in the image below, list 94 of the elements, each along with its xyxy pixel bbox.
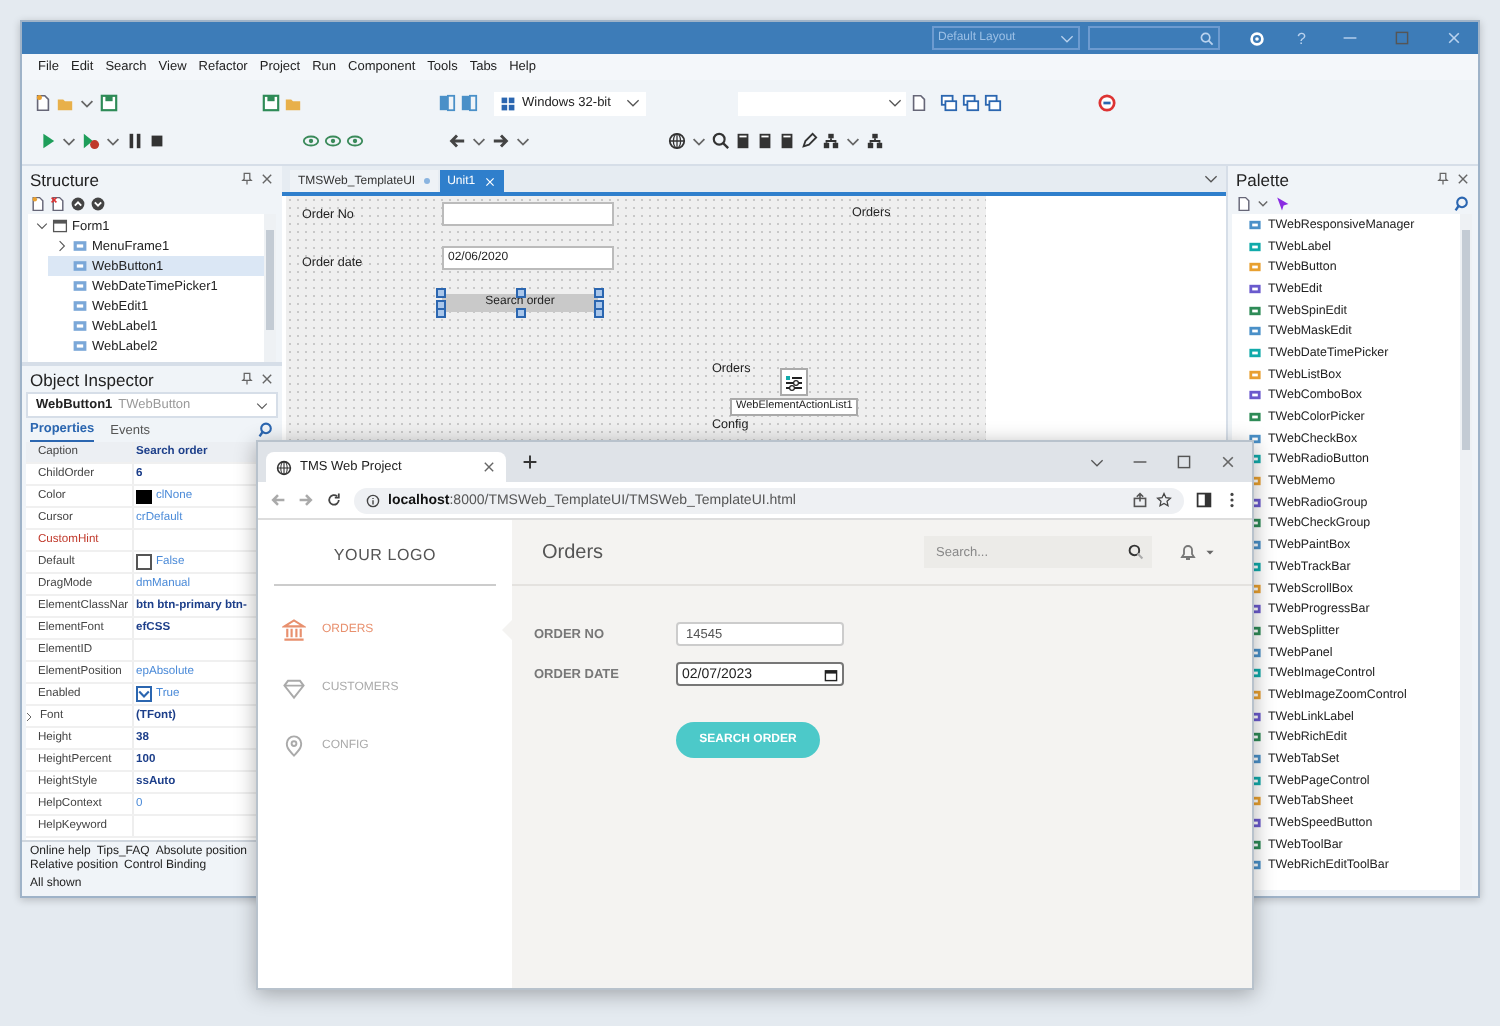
panel-title: Palette [1236, 169, 1289, 189]
play-icon[interactable] [38, 132, 56, 150]
close-icon[interactable] [1220, 454, 1236, 470]
info-icon [366, 493, 380, 507]
globe-icon[interactable] [668, 132, 686, 150]
pin-icon[interactable] [240, 172, 254, 186]
scrollbar[interactable] [264, 214, 276, 362]
search-field[interactable] [1087, 26, 1220, 50]
star-icon[interactable] [1156, 492, 1172, 508]
caret-icon[interactable] [1256, 196, 1270, 210]
checkbox[interactable] [136, 554, 152, 570]
component-icon [72, 278, 88, 294]
selection-handle[interactable] [436, 288, 446, 298]
search-icon [1199, 31, 1214, 45]
pencil-icon[interactable] [800, 132, 818, 150]
panel-title: Object Inspector [30, 369, 154, 389]
bell-icon[interactable] [1178, 542, 1198, 562]
tree-icon[interactable] [822, 132, 840, 150]
back-icon[interactable] [448, 132, 466, 150]
new-tab-icon[interactable] [522, 454, 538, 470]
search-icon[interactable] [1454, 195, 1470, 211]
component-icon [72, 238, 88, 254]
combo-field[interactable] [738, 91, 906, 115]
caret-icon[interactable] [1204, 172, 1218, 186]
caret-icon[interactable] [1090, 455, 1104, 469]
scroll-thumb[interactable] [1462, 230, 1470, 450]
layout-icon[interactable] [438, 94, 456, 112]
panel-title: Structure [30, 169, 99, 189]
forward-icon[interactable] [492, 132, 510, 150]
caret-icon [1059, 31, 1074, 45]
diamond-icon [282, 675, 306, 699]
search-icon[interactable] [712, 132, 730, 150]
close-icon[interactable] [260, 172, 274, 186]
search-icon [1128, 544, 1144, 560]
edit-field[interactable] [442, 202, 614, 226]
scrollbar[interactable] [1460, 214, 1472, 890]
pin-icon[interactable] [1436, 172, 1450, 186]
checkbox[interactable] [136, 686, 152, 702]
check-icon [138, 688, 150, 700]
selection-handle[interactable] [594, 308, 604, 318]
collapse-icon [36, 220, 48, 232]
scroll-thumb[interactable] [266, 230, 274, 330]
globe-icon [276, 459, 292, 475]
save-icon[interactable] [100, 94, 118, 112]
tree-icon[interactable] [866, 132, 884, 150]
layout-icon[interactable] [460, 94, 478, 112]
search-icon[interactable] [258, 422, 274, 438]
gear-icon[interactable] [1247, 29, 1266, 47]
component-icon[interactable] [780, 368, 809, 396]
pause-icon[interactable] [126, 132, 144, 150]
stop-icon[interactable] [148, 132, 166, 150]
new-file-icon[interactable] [34, 94, 52, 112]
new-file-icon[interactable] [30, 195, 46, 211]
eye-icon[interactable] [302, 132, 320, 150]
eye-icon[interactable] [346, 132, 364, 150]
side-panel-icon[interactable] [1196, 492, 1212, 508]
selection-handle[interactable] [594, 288, 604, 298]
calendar-icon [824, 667, 838, 681]
eye-icon[interactable] [324, 132, 342, 150]
save-icon[interactable] [262, 94, 280, 112]
component-icon [72, 318, 88, 334]
caret-icon [256, 399, 268, 411]
selection-handle[interactable] [516, 288, 526, 298]
logo-text: YOUR LOGO [274, 524, 496, 586]
maximize-icon[interactable] [1176, 454, 1192, 470]
selection-handle[interactable] [436, 308, 446, 318]
close-icon[interactable] [260, 372, 274, 386]
share-icon[interactable] [1132, 492, 1148, 508]
selection-handle[interactable] [516, 308, 526, 318]
component-icon [72, 338, 88, 354]
expand-icon[interactable] [26, 711, 34, 721]
modified-dot [423, 178, 430, 184]
page-title: Orders [542, 541, 604, 563]
menu-icon[interactable] [1224, 492, 1240, 508]
circle-icon[interactable] [1098, 94, 1116, 112]
caret-icon [888, 96, 902, 110]
pointer-icon[interactable] [1274, 195, 1290, 211]
reload-icon[interactable] [326, 492, 342, 508]
windows-icon [500, 95, 516, 111]
close-icon[interactable] [482, 460, 496, 474]
move-down-icon[interactable] [90, 195, 106, 211]
pin-icon[interactable] [240, 372, 254, 386]
component-icon [72, 298, 88, 314]
caret-icon[interactable] [1204, 546, 1216, 558]
move-up-icon[interactable] [70, 195, 86, 211]
expand-icon [56, 240, 68, 252]
caret-icon [626, 96, 640, 110]
component-icon [72, 258, 88, 274]
delete-icon[interactable] [50, 195, 66, 211]
bank-icon [282, 617, 306, 641]
run-icon[interactable] [82, 132, 100, 150]
close-icon[interactable] [1456, 172, 1470, 186]
document-icon[interactable] [910, 94, 928, 112]
map-pin-icon [282, 733, 306, 757]
